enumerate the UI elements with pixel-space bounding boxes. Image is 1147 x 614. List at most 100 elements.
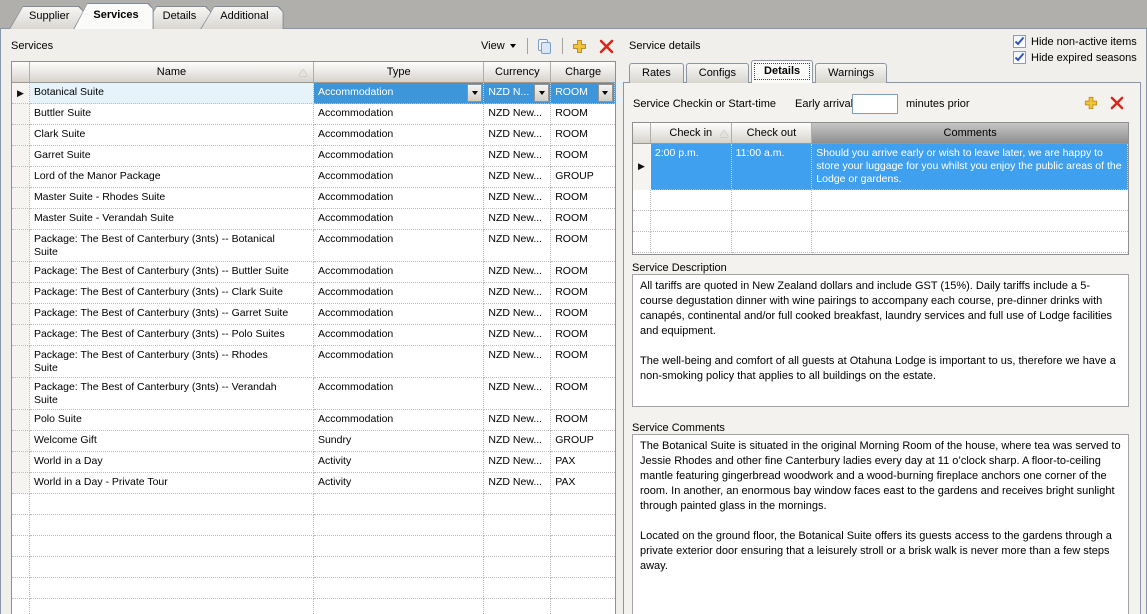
cell-currency[interactable]: NZD New...: [484, 452, 551, 473]
row-selector-cell[interactable]: ▶: [12, 83, 30, 104]
cell-type[interactable]: Accommodation: [314, 304, 484, 325]
cell-charge[interactable]: ROOM: [551, 125, 615, 146]
table-row-empty[interactable]: [633, 232, 1128, 253]
cell-currency[interactable]: NZD N...: [484, 83, 551, 104]
cell-type[interactable]: Accommodation: [314, 83, 484, 104]
cell-charge[interactable]: PAX: [551, 452, 615, 473]
hide-non-active-items-checkbox[interactable]: Hide non-active items: [1013, 35, 1137, 48]
row-selector-cell[interactable]: ▶: [633, 144, 651, 190]
cell-charge[interactable]: ROOM: [551, 283, 615, 304]
cell-currency[interactable]: NZD New...: [484, 125, 551, 146]
table-row[interactable]: Package: The Best of Canterbury (3nts) -…: [12, 378, 615, 410]
table-row-empty[interactable]: [633, 190, 1128, 211]
service-description-textbox[interactable]: All tariffs are quoted in New Zealand do…: [632, 274, 1129, 407]
cell-name[interactable]: Package: The Best of Canterbury (3nts) -…: [30, 262, 314, 283]
cell-name[interactable]: Garret Suite: [30, 146, 314, 167]
cell-type[interactable]: Activity: [314, 473, 484, 494]
cell-charge[interactable]: ROOM: [551, 410, 615, 431]
dropdown-button[interactable]: [598, 84, 613, 102]
delete-icon[interactable]: [1108, 94, 1126, 112]
cell-currency[interactable]: NZD New...: [484, 104, 551, 125]
cell-currency[interactable]: NZD New...: [484, 283, 551, 304]
table-row[interactable]: World in a DayActivityNZD New...PAX: [12, 452, 615, 473]
cell-type[interactable]: Accommodation: [314, 188, 484, 209]
row-selector-cell[interactable]: [12, 304, 30, 325]
tab-additional[interactable]: Additional: [200, 6, 283, 29]
cell-type[interactable]: Accommodation: [314, 325, 484, 346]
row-selector-cell[interactable]: [12, 104, 30, 125]
row-selector-cell[interactable]: [12, 325, 30, 346]
cell-type[interactable]: Accommodation: [314, 146, 484, 167]
table-row-empty[interactable]: [12, 578, 615, 599]
cell-type[interactable]: Sundry: [314, 431, 484, 452]
cell-type[interactable]: Accommodation: [314, 167, 484, 188]
tab-configs[interactable]: Configs: [686, 63, 749, 83]
row-selector-cell[interactable]: [12, 209, 30, 230]
table-row[interactable]: Package: The Best of Canterbury (3nts) -…: [12, 346, 615, 378]
tab-warnings[interactable]: Warnings: [815, 63, 887, 83]
column-header-comments[interactable]: Comments: [812, 123, 1128, 144]
view-dropdown-button[interactable]: View: [477, 38, 520, 54]
service-comments-textbox[interactable]: The Botanical Suite is situated in the o…: [632, 434, 1129, 614]
cell-currency[interactable]: NZD New...: [484, 378, 551, 410]
table-row[interactable]: Lord of the Manor PackageAccommodationNZ…: [12, 167, 615, 188]
cell-type[interactable]: Accommodation: [314, 410, 484, 431]
table-row[interactable]: ▶Botanical SuiteAccommodationNZD N...ROO…: [12, 83, 615, 104]
dropdown-button[interactable]: [534, 84, 549, 102]
cell-name[interactable]: Lord of the Manor Package: [30, 167, 314, 188]
row-selector-cell[interactable]: [12, 146, 30, 167]
cell-charge[interactable]: ROOM: [551, 378, 615, 410]
add-icon[interactable]: [1082, 94, 1100, 112]
cell-type[interactable]: Accommodation: [314, 378, 484, 410]
early-arrival-input[interactable]: [852, 94, 898, 114]
dropdown-button[interactable]: [467, 84, 482, 102]
cell-charge[interactable]: GROUP: [551, 167, 615, 188]
cell-comments[interactable]: Should you arrive early or wish to leave…: [812, 144, 1128, 190]
column-header-charge[interactable]: Charge: [551, 62, 615, 83]
cell-name[interactable]: Package: The Best of Canterbury (3nts) -…: [30, 304, 314, 325]
cell-type[interactable]: Accommodation: [314, 230, 484, 262]
table-row[interactable]: Master Suite - Rhodes SuiteAccommodation…: [12, 188, 615, 209]
table-row[interactable]: Polo SuiteAccommodationNZD New...ROOM: [12, 410, 615, 431]
cell-type[interactable]: Accommodation: [314, 125, 484, 146]
column-header-name[interactable]: Name: [30, 62, 314, 83]
hide-expired-seasons-checkbox[interactable]: Hide expired seasons: [1013, 51, 1137, 64]
tab-rates[interactable]: Rates: [629, 63, 684, 83]
cell-name[interactable]: Package: The Best of Canterbury (3nts) -…: [30, 325, 314, 346]
cell-name[interactable]: World in a Day: [30, 452, 314, 473]
column-header-check-in[interactable]: Check in: [651, 123, 732, 144]
cell-type[interactable]: Accommodation: [314, 283, 484, 304]
cell-type[interactable]: Accommodation: [314, 104, 484, 125]
table-row[interactable]: Clark SuiteAccommodationNZD New...ROOM: [12, 125, 615, 146]
cell-charge[interactable]: ROOM: [551, 230, 615, 262]
add-icon[interactable]: [570, 36, 590, 56]
cell-currency[interactable]: NZD New...: [484, 410, 551, 431]
row-selector-cell[interactable]: [12, 431, 30, 452]
table-row-empty[interactable]: [12, 599, 615, 614]
row-selector-cell[interactable]: [12, 262, 30, 283]
table-row-empty[interactable]: [12, 536, 615, 557]
table-row[interactable]: Package: The Best of Canterbury (3nts) -…: [12, 230, 615, 262]
copy-icon[interactable]: [535, 36, 555, 56]
cell-name[interactable]: Master Suite - Verandah Suite: [30, 209, 314, 230]
table-row[interactable]: Garret SuiteAccommodationNZD New...ROOM: [12, 146, 615, 167]
cell-name[interactable]: Botanical Suite: [30, 83, 314, 104]
cell-currency[interactable]: NZD New...: [484, 209, 551, 230]
cell-charge[interactable]: ROOM: [551, 104, 615, 125]
column-header-currency[interactable]: Currency: [484, 62, 551, 83]
table-row[interactable]: Buttler SuiteAccommodationNZD New...ROOM: [12, 104, 615, 125]
cell-charge[interactable]: ROOM: [551, 188, 615, 209]
cell-name[interactable]: Clark Suite: [30, 125, 314, 146]
cell-type[interactable]: Accommodation: [314, 262, 484, 283]
cell-currency[interactable]: NZD New...: [484, 473, 551, 494]
cell-charge[interactable]: ROOM: [551, 209, 615, 230]
row-selector-cell[interactable]: [12, 188, 30, 209]
cell-name[interactable]: Package: The Best of Canterbury (3nts) -…: [30, 230, 314, 262]
row-selector-cell[interactable]: [12, 473, 30, 494]
cell-type[interactable]: Accommodation: [314, 209, 484, 230]
table-row[interactable]: Package: The Best of Canterbury (3nts) -…: [12, 304, 615, 325]
cell-check-in[interactable]: 2:00 p.m.: [651, 144, 732, 190]
row-selector-cell[interactable]: [12, 452, 30, 473]
table-row[interactable]: Package: The Best of Canterbury (3nts) -…: [12, 283, 615, 304]
cell-currency[interactable]: NZD New...: [484, 431, 551, 452]
